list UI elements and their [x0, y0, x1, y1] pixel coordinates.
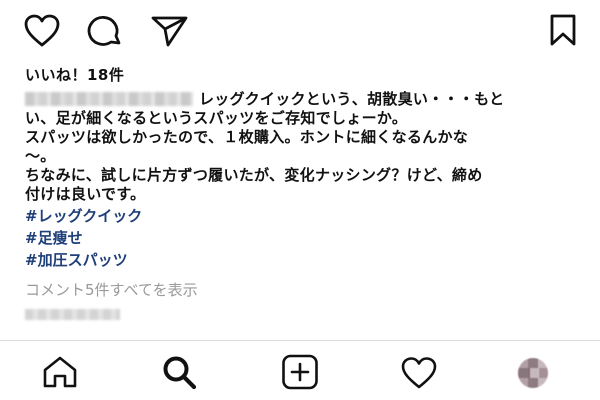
home-icon[interactable] — [42, 355, 78, 389]
instagram-post-screen: いいね！18件 レッグクイックという、胡散臭い・・・もと い、足が細くなるという… — [0, 0, 600, 400]
comment-icon[interactable] — [86, 13, 124, 49]
search-icon[interactable] — [161, 354, 197, 390]
caption-line: ちなみに、試しに片方ずつ履いたが、変化ナッシング？けど、締め — [25, 166, 483, 184]
hashtag-link[interactable]: #足痩せ — [25, 227, 142, 249]
post-date-blurred — [25, 309, 120, 320]
bottom-nav — [0, 340, 600, 400]
post-action-bar — [0, 0, 600, 60]
username-blurred[interactable] — [25, 92, 193, 106]
hashtag-link[interactable]: #レッグクイック — [25, 205, 142, 227]
activity-icon[interactable] — [400, 356, 438, 390]
share-icon[interactable] — [150, 14, 190, 48]
caption-line: い、足が細くなるというスパッツをご存知でしょーか。 — [25, 109, 408, 127]
profile-avatar[interactable] — [518, 358, 548, 388]
hashtag-link[interactable]: #加圧スパッツ — [25, 249, 142, 271]
caption-line: スパッツは欲しかったので、１枚購入。ホントに細くなるんかな — [25, 128, 469, 146]
heart-icon[interactable] — [23, 13, 61, 49]
bookmark-icon[interactable] — [548, 13, 578, 47]
caption-line: 〜。 — [25, 147, 56, 165]
post-caption: レッグクイックという、胡散臭い・・・もと い、足が細くなるというスパッツをご存知… — [25, 90, 585, 204]
view-all-comments-link[interactable]: コメント5件すべてを表示 — [25, 279, 198, 300]
likes-count[interactable]: いいね！18件 — [25, 64, 124, 85]
caption-line: レッグクイックという、胡散臭い・・・もと — [199, 90, 505, 108]
hashtag-list: #レッグクイック #足痩せ #加圧スパッツ — [25, 205, 142, 271]
new-post-icon[interactable] — [281, 354, 319, 390]
caption-line: 付けは良いです。 — [25, 185, 146, 203]
